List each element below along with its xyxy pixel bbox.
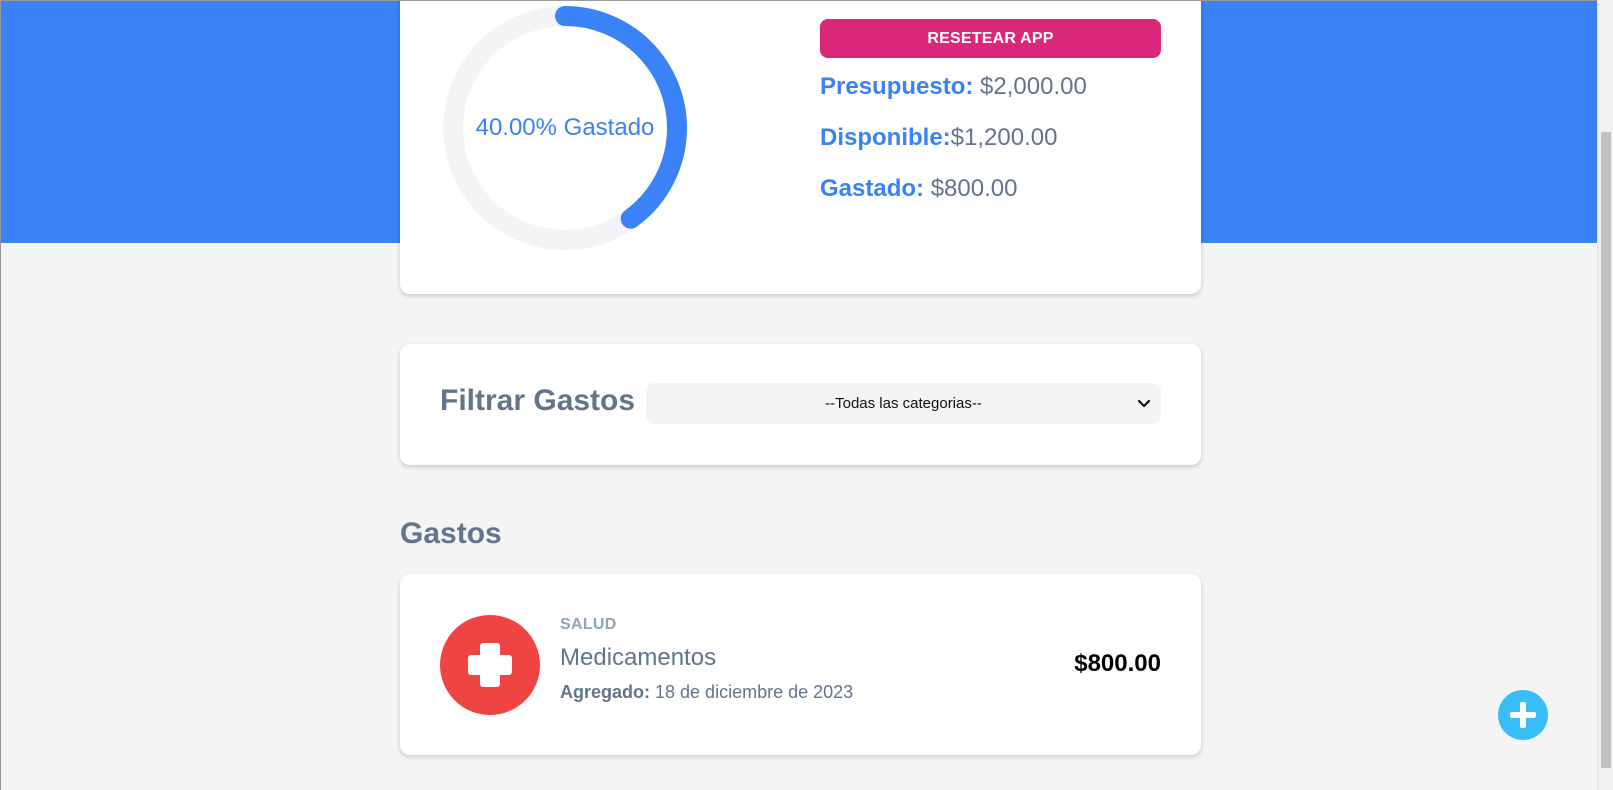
disponible-label: Disponible: xyxy=(820,124,951,151)
expense-amount: $800.00 xyxy=(1074,650,1161,677)
presupuesto-value: $2,000.00 xyxy=(980,73,1087,100)
presupuesto-stat: Presupuesto: $2,000.00 xyxy=(820,73,1087,101)
budget-progress-circle: 40.00% Gastado xyxy=(440,3,690,253)
category-filter-selected: --Todas las categorias-- xyxy=(825,395,982,412)
presupuesto-label: Presupuesto: xyxy=(820,73,974,100)
expense-date: Agregado: 18 de diciembre de 2023 xyxy=(560,682,853,703)
category-filter-select[interactable]: --Todas las categorias-- xyxy=(646,383,1161,424)
expense-date-label: Agregado: xyxy=(560,682,650,702)
reset-app-button[interactable]: RESETEAR APP xyxy=(820,19,1161,58)
expense-item[interactable]: SALUD Medicamentos Agregado: 18 de dicie… xyxy=(400,574,1201,755)
progress-label: 40.00% Gastado xyxy=(475,114,655,141)
chevron-down-icon xyxy=(1137,399,1151,408)
expense-name: Medicamentos xyxy=(560,644,717,671)
disponible-value: $1,200.00 xyxy=(950,124,1058,151)
scrollbar-thumb[interactable] xyxy=(1601,132,1611,768)
disponible-stat: Disponible:$1,200.00 xyxy=(820,124,1057,152)
medical-cross-icon xyxy=(440,615,540,715)
plus-icon-horizontal xyxy=(1510,712,1536,718)
expense-category: SALUD xyxy=(560,616,617,633)
page-scrollbar[interactable] xyxy=(1597,0,1613,790)
app-viewport: 40.00% Gastado RESETEAR APP Presupuesto:… xyxy=(0,0,1597,790)
gastos-heading: Gastos xyxy=(400,517,502,550)
expense-date-value: 18 de diciembre de 2023 xyxy=(655,682,854,702)
gastado-label: Gastado: xyxy=(820,175,925,202)
filter-card: Filtrar Gastos --Todas las categorias-- xyxy=(400,344,1201,465)
cross-horizontal xyxy=(468,655,512,675)
budget-card: 40.00% Gastado RESETEAR APP Presupuesto:… xyxy=(400,1,1201,294)
add-expense-button[interactable] xyxy=(1498,690,1548,740)
gastado-stat: Gastado: $800.00 xyxy=(820,175,1017,203)
filter-title: Filtrar Gastos xyxy=(440,384,636,417)
gastado-value: $800.00 xyxy=(930,175,1018,202)
